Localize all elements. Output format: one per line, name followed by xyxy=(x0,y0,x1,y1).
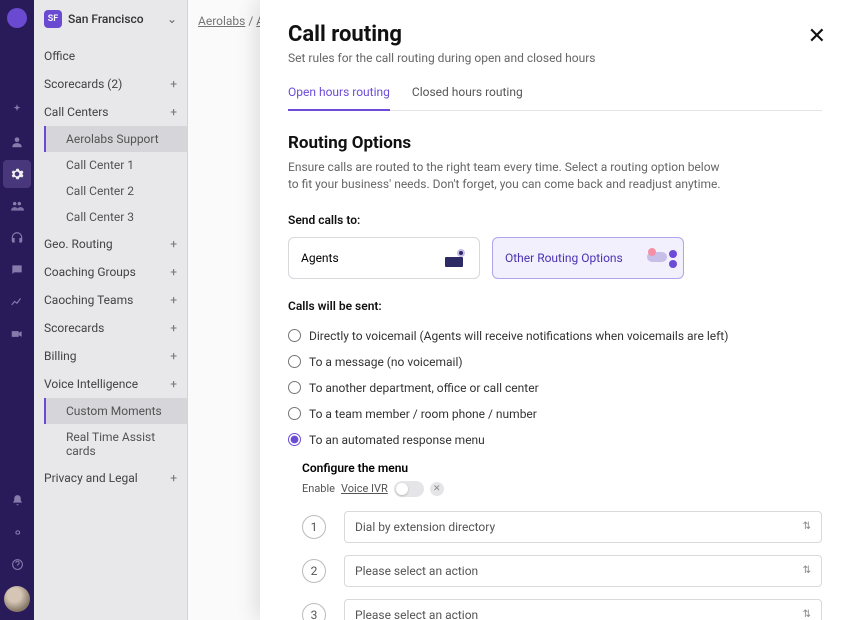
modal-title: Call routing xyxy=(288,22,822,47)
menu-rows: 1 Dial by extension directory⇅ 2 Please … xyxy=(288,511,822,620)
card-other-routing[interactable]: Other Routing Options xyxy=(492,237,684,279)
configure-menu-section: Configure the menu Enable Voice IVR ✕ xyxy=(302,461,822,497)
radio-input[interactable] xyxy=(288,329,301,342)
radio-input[interactable] xyxy=(288,433,301,446)
agents-illustration-icon xyxy=(441,247,471,269)
call-routing-modal: ✕ Call routing Set rules for the call ro… xyxy=(260,0,850,620)
section-heading: Routing Options xyxy=(288,133,822,153)
menu-action-select[interactable]: Please select an action⇅ xyxy=(344,555,822,587)
chevron-updown-icon: ⇅ xyxy=(803,565,811,576)
tabs: Open hours routing Closed hours routing xyxy=(288,85,822,111)
radio-automated-menu[interactable]: To an automated response menu xyxy=(288,427,822,453)
menu-action-select[interactable]: Please select an action⇅ xyxy=(344,599,822,620)
menu-row-3: 3 Please select an action⇅ xyxy=(288,599,822,620)
card-agents[interactable]: Agents xyxy=(288,237,480,279)
radio-input[interactable] xyxy=(288,381,301,394)
radio-message[interactable]: To a message (no voicemail) xyxy=(288,349,822,375)
menu-number: 3 xyxy=(302,603,326,620)
card-other-label: Other Routing Options xyxy=(505,251,623,265)
menu-number: 2 xyxy=(302,559,326,583)
routing-options-section: Routing Options Ensure calls are routed … xyxy=(288,133,822,193)
voice-ivr-row: Enable Voice IVR ✕ xyxy=(302,481,822,497)
menu-row-1: 1 Dial by extension directory⇅ xyxy=(288,511,822,543)
close-icon[interactable]: ✕ xyxy=(808,24,826,49)
enable-label: Enable xyxy=(302,482,335,495)
chevron-updown-icon: ⇅ xyxy=(803,609,811,620)
menu-action-select[interactable]: Dial by extension directory⇅ xyxy=(344,511,822,543)
radio-department[interactable]: To another department, office or call ce… xyxy=(288,375,822,401)
clear-icon[interactable]: ✕ xyxy=(430,482,444,496)
menu-row-2: 2 Please select an action⇅ xyxy=(288,555,822,587)
radio-team-member[interactable]: To a team member / room phone / number xyxy=(288,401,822,427)
card-agents-label: Agents xyxy=(301,251,339,265)
radio-input[interactable] xyxy=(288,407,301,420)
menu-number: 1 xyxy=(302,515,326,539)
routing-illustration-icon xyxy=(645,247,675,269)
radio-group: Directly to voicemail (Agents will recei… xyxy=(288,323,822,453)
voice-ivr-link[interactable]: Voice IVR xyxy=(341,482,388,495)
configure-title: Configure the menu xyxy=(302,461,822,475)
modal-subtitle: Set rules for the call routing during op… xyxy=(288,51,822,65)
radio-input[interactable] xyxy=(288,355,301,368)
section-description: Ensure calls are routed to the right tea… xyxy=(288,159,728,193)
chevron-updown-icon: ⇅ xyxy=(803,521,811,532)
tab-open-hours[interactable]: Open hours routing xyxy=(288,85,390,111)
calls-will-label: Calls will be sent: xyxy=(288,299,822,313)
send-calls-label: Send calls to: xyxy=(288,213,822,227)
voice-ivr-toggle[interactable] xyxy=(394,481,424,497)
radio-voicemail[interactable]: Directly to voicemail (Agents will recei… xyxy=(288,323,822,349)
tab-closed-hours[interactable]: Closed hours routing xyxy=(412,85,523,110)
